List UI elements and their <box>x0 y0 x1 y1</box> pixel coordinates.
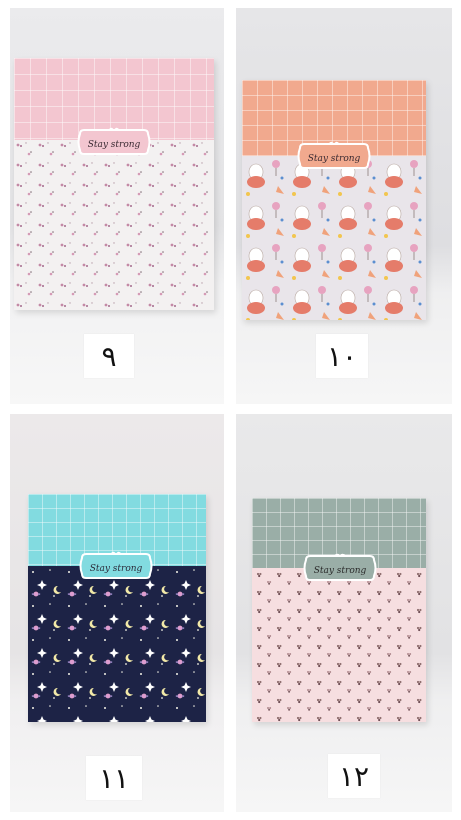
notebook-10: Stay strong <box>242 80 426 320</box>
stay-strong-label-badge: Stay strong <box>77 127 151 155</box>
product-number: ۱۲ <box>338 759 370 793</box>
label-text: Stay strong <box>314 566 367 576</box>
label-text: Stay strong <box>90 564 143 574</box>
notebook-12: Stay strong <box>252 498 426 722</box>
stay-strong-label-badge: Stay strong <box>303 553 377 581</box>
product-photo-9: Stay strong ۹ <box>10 8 224 404</box>
floral-pattern <box>14 140 214 310</box>
label-text: Stay strong <box>88 140 141 150</box>
patterned-cover-bottom <box>28 566 206 722</box>
product-photo-11: Stay strong ۱۱ <box>10 414 224 812</box>
patterned-cover-bottom <box>252 568 426 722</box>
product-number-badge: ۱۱ <box>86 756 142 800</box>
product-number-badge: ۹ <box>84 334 134 378</box>
notebook-9: Stay strong <box>14 58 214 310</box>
stay-strong-label-badge: Stay strong <box>297 141 371 169</box>
stay-strong-label-badge: Stay strong <box>79 551 153 579</box>
heart-pattern <box>252 568 426 722</box>
patterned-cover-bottom <box>242 156 426 320</box>
product-number: ۱۰ <box>326 339 358 373</box>
space-pattern <box>28 566 206 722</box>
label-text: Stay strong <box>308 154 361 164</box>
bunny-candy-pattern <box>242 156 426 320</box>
product-number: ۱۱ <box>98 761 130 795</box>
product-photo-12: Stay strong ۱۲ <box>236 414 452 812</box>
product-number: ۹ <box>101 339 117 373</box>
patterned-cover-bottom <box>14 140 214 310</box>
product-photo-10: Stay strong ۱۰ <box>236 8 452 404</box>
notebook-11: Stay strong <box>28 494 206 722</box>
product-number-badge: ۱۲ <box>328 754 380 798</box>
product-number-badge: ۱۰ <box>316 334 368 378</box>
